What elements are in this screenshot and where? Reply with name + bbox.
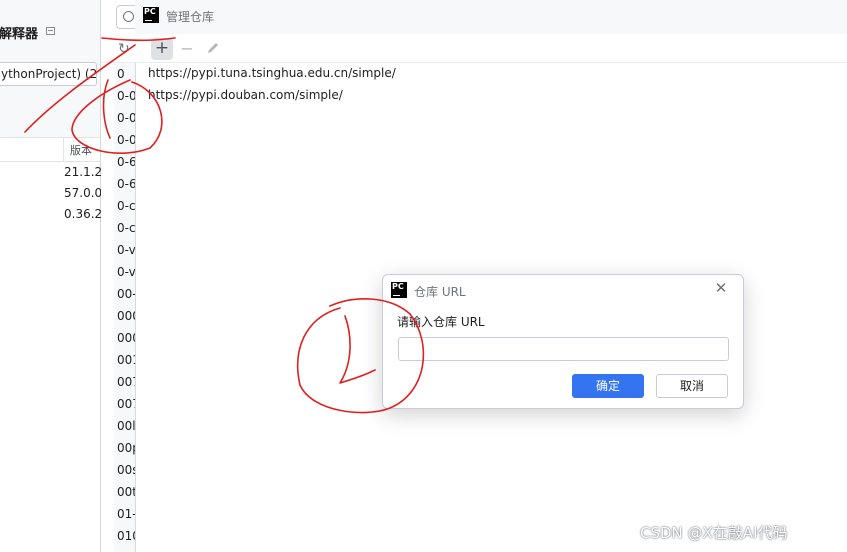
repository-url-dialog: PC 仓库 URL ✕ 请输入仓库 URL 确定 取消 [382, 274, 744, 409]
list-item[interactable]: 00- [114, 283, 135, 305]
packages-table: 版本 21.1.2 57.0.0 0.36.2 [0, 137, 103, 552]
repositories-toolbar: ↻ + − [101, 36, 847, 63]
list-item[interactable]: 0-v [114, 239, 135, 261]
close-icon[interactable]: ✕ [713, 281, 729, 297]
list-item[interactable]: 0-0 [114, 107, 135, 129]
window-title: 管理仓库 [166, 10, 215, 24]
list-item[interactable]: 0-0 [114, 129, 135, 151]
remove-repository-button[interactable]: − [178, 39, 196, 59]
collapse-icon[interactable] [46, 27, 55, 35]
dialog-title: 仓库 URL [414, 285, 466, 299]
list-item[interactable]: 0-6 [114, 151, 135, 173]
table-row[interactable]: 21.1.2 [0, 162, 103, 183]
list-item[interactable]: 00t [114, 481, 135, 503]
interpreter-title: 解释器 [0, 27, 39, 42]
list-item[interactable]: 0-6 [114, 173, 135, 195]
list-item[interactable]: 007 [114, 371, 135, 393]
list-item[interactable]: 0-0 [114, 85, 135, 107]
repository-list: https://pypi.tuna.tsinghua.edu.cn/simple… [148, 63, 396, 107]
interpreter-settings-panel: 解释器 ythonProject) (2) 版本 21.1.2 57.0.0 0… [0, 0, 103, 552]
list-item[interactable]: 00s [114, 459, 135, 481]
list-item[interactable]: 00p [114, 437, 135, 459]
repository-item[interactable]: https://pypi.tuna.tsinghua.edu.cn/simple… [148, 63, 396, 85]
url-prompt-label: 请输入仓库 URL [397, 315, 485, 329]
cancel-button[interactable]: 取消 [656, 374, 728, 398]
list-item[interactable]: 010 [114, 525, 135, 547]
interpreter-combo[interactable]: ythonProject) (2) [0, 62, 97, 86]
version-cell: 57.0.0 [64, 186, 103, 200]
window-titlebar: PC 管理仓库 [135, 0, 847, 34]
version-cell: 21.1.2 [64, 165, 103, 179]
list-item[interactable]: 00l [114, 415, 135, 437]
table-row[interactable]: 57.0.0 [0, 183, 103, 204]
repository-item[interactable]: https://pypi.douban.com/simple/ [148, 85, 396, 107]
version-cell: 0.36.2 [64, 207, 103, 221]
pycharm-logo-icon: PC [391, 282, 407, 298]
add-repository-button[interactable]: + [151, 38, 173, 60]
package-list: 00-00-00-00-60-60-c0-c0-v0-v00-000000001… [114, 63, 136, 552]
list-item[interactable]: 0-c [114, 195, 135, 217]
list-item[interactable]: 01- [114, 503, 135, 525]
list-item[interactable]: 0-v [114, 261, 135, 283]
list-item[interactable]: 0-c [114, 217, 135, 239]
pycharm-logo-icon: PC [143, 7, 159, 23]
refresh-icon[interactable]: ↻ [118, 41, 130, 57]
table-row[interactable]: 0.36.2 [0, 204, 103, 225]
list-item[interactable]: 000 [114, 327, 135, 349]
pencil-icon[interactable] [205, 40, 223, 58]
list-item[interactable]: 0 [114, 63, 135, 85]
packages-table-header: 版本 [0, 138, 100, 162]
list-item[interactable]: 001 [114, 349, 135, 371]
repository-url-input[interactable] [398, 337, 729, 361]
ok-button[interactable]: 确定 [572, 374, 644, 398]
version-column-header[interactable]: 版本 [63, 138, 92, 162]
list-item[interactable]: 007 [114, 393, 135, 415]
watermark: CSDN @X在敲AI代码 [640, 524, 788, 542]
list-item[interactable]: 000 [114, 305, 135, 327]
